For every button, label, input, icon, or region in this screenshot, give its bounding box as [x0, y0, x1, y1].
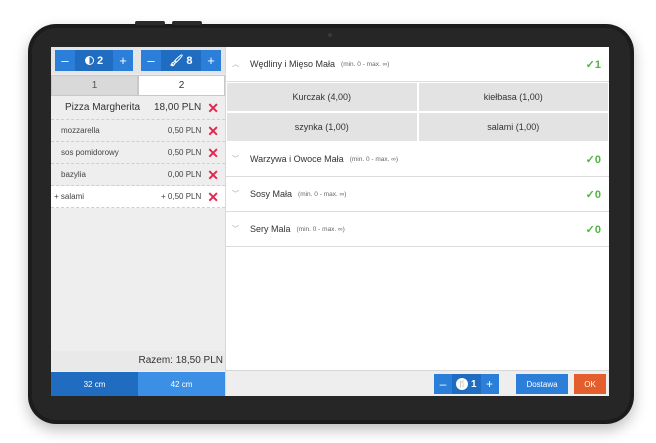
item-name: + salami [54, 192, 85, 201]
item-name: sos pomidorowy [61, 148, 119, 157]
chevron-down-icon: ﹀ [232, 226, 239, 233]
check-icon: ✓0 [585, 188, 601, 201]
delivery-button[interactable]: Dostawa [516, 374, 568, 394]
plate-icon: 🍴 [456, 378, 468, 390]
option-button[interactable]: kiełbasa (1,00) [417, 82, 609, 112]
portions-count: 8 [186, 54, 193, 67]
camera-dot [328, 33, 332, 37]
category-header[interactable]: ﹀ Sosy Mała (min. 0 - max. ∞) ✓0 [226, 177, 609, 212]
option-button[interactable]: szynka (1,00) [226, 112, 418, 142]
action-bar: – 🍴 1 + Dostawa OK [226, 370, 609, 396]
persons-stepper: – 2 + [55, 50, 133, 71]
chevron-down-icon: ﹀ [232, 191, 239, 198]
category-header[interactable]: ︿ Wędliny i Mięso Mała (min. 0 - max. ∞)… [226, 47, 609, 82]
item-price: 0,00 PLN [167, 170, 202, 179]
option-grid: Kurczak (4,00) kiełbasa (1,00) szynka (1… [226, 82, 609, 142]
list-item[interactable]: sos pomidorowy 0,50 PLN ✕ [51, 142, 225, 164]
delete-x-icon[interactable]: ✕ [207, 124, 219, 138]
modifiers-panel: ︿ Wędliny i Mięso Mała (min. 0 - max. ∞)… [225, 47, 609, 396]
category-range: (min. 0 - max. ∞) [296, 225, 345, 233]
item-price: 0,50 PLN [167, 148, 202, 157]
category-name: Warzywa i Owoce Mała [250, 154, 344, 164]
size-32-button[interactable]: 32 cm [51, 372, 138, 396]
app-screen: – 2 + – 🖌 8 + 1 2 Pizza Margherita 18,00… [51, 47, 609, 396]
size-selector: 32 cm 42 cm [51, 372, 225, 396]
category-header[interactable]: ﹀ Warzywa i Owoce Mała (min. 0 - max. ∞)… [226, 142, 609, 177]
persons-minus-button[interactable]: – [55, 50, 75, 71]
item-name: bazylia [61, 170, 86, 179]
order-items: Pizza Margherita 18,00 PLN ✕ mozzarella … [51, 96, 225, 208]
category-range: (min. 0 - max. ∞) [341, 60, 390, 68]
item-name: mozzarella [61, 126, 100, 135]
tab-1[interactable]: 1 [51, 75, 138, 96]
category-header[interactable]: ﹀ Sery Mala (min. 0 - max. ∞) ✓0 [226, 212, 609, 247]
option-button[interactable]: salami (1,00) [417, 112, 609, 142]
persons-count: 2 [96, 54, 104, 67]
persons-plus-button[interactable]: + [113, 50, 133, 71]
list-item[interactable]: Pizza Margherita 18,00 PLN ✕ [51, 96, 225, 120]
tablet-button [172, 21, 202, 25]
list-item[interactable]: bazylia 0,00 PLN ✕ [51, 164, 225, 186]
persons-value: 2 [75, 55, 113, 67]
quantity-stepper: – 🍴 1 + [434, 374, 499, 394]
control-row: – 2 + – 🖌 8 + [51, 47, 225, 74]
category-name: Wędliny i Mięso Mała [250, 59, 336, 69]
quantity-minus-button[interactable]: – [434, 374, 452, 394]
list-item[interactable]: mozzarella 0,50 PLN ✕ [51, 120, 225, 142]
half-circle-icon [84, 56, 94, 65]
portions-stepper: – 🖌 8 + [141, 50, 221, 71]
check-icon: ✓0 [585, 153, 601, 166]
item-price: 18,00 PLN [154, 102, 202, 113]
category-name: Sery Mala [250, 224, 291, 234]
check-icon: ✓1 [585, 58, 601, 71]
quantity-count: 1 [471, 378, 477, 390]
category-range: (min. 0 - max. ∞) [298, 190, 347, 198]
brush-icon: 🖌 [169, 55, 184, 67]
tab-2[interactable]: 2 [138, 75, 225, 96]
order-total: Razem: 18,50 PLN [51, 351, 225, 371]
chevron-down-icon: ﹀ [232, 156, 239, 163]
portions-plus-button[interactable]: + [201, 50, 221, 71]
size-42-button[interactable]: 42 cm [138, 372, 225, 396]
option-button[interactable]: Kurczak (4,00) [226, 82, 418, 112]
chevron-up-icon: ︿ [232, 61, 239, 68]
delete-x-icon[interactable]: ✕ [207, 146, 219, 160]
order-panel: – 2 + – 🖌 8 + 1 2 Pizza Margherita 18,00… [51, 47, 225, 396]
delete-x-icon[interactable]: ✕ [207, 190, 219, 204]
item-price: 0,50 PLN [167, 126, 202, 135]
category-name: Sosy Mała [250, 189, 293, 199]
item-price: + 0,50 PLN [161, 192, 202, 201]
delete-x-icon[interactable]: ✕ [207, 168, 219, 182]
delete-x-icon[interactable]: ✕ [207, 101, 219, 115]
tablet-button [135, 21, 165, 25]
quantity-plus-button[interactable]: + [480, 374, 499, 394]
list-item[interactable]: + salami + 0,50 PLN ✕ [51, 186, 225, 208]
check-icon: ✓0 [585, 223, 601, 236]
category-range: (min. 0 - max. ∞) [349, 155, 399, 163]
split-tabs: 1 2 [51, 75, 225, 96]
item-name: Pizza Margherita [65, 102, 141, 113]
portions-minus-button[interactable]: – [141, 50, 161, 71]
ok-button[interactable]: OK [574, 374, 606, 394]
quantity-value: 🍴 1 [452, 374, 481, 394]
portions-value: 🖌 8 [161, 54, 201, 68]
